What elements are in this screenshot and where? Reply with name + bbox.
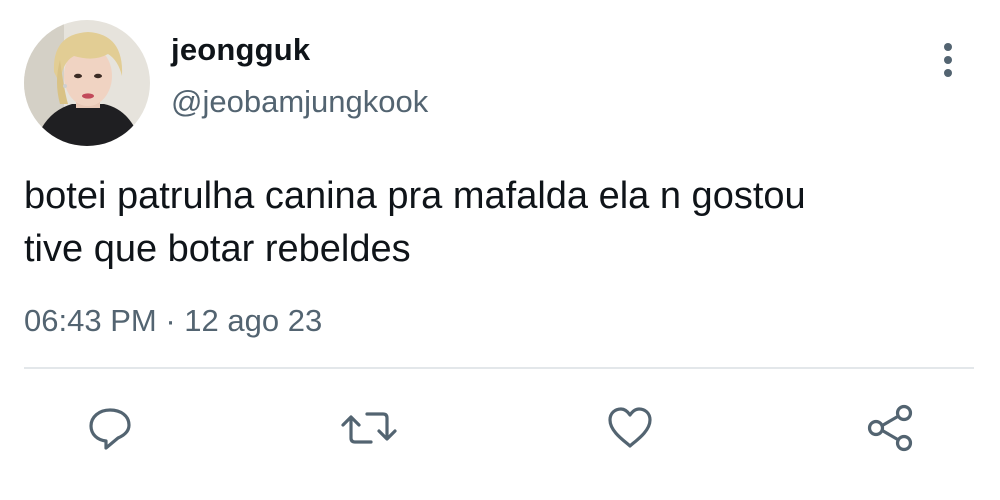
share-icon xyxy=(867,404,913,452)
reply-button[interactable] xyxy=(82,400,138,456)
more-options-button[interactable] xyxy=(928,38,968,82)
tweet-time[interactable]: 06:43 PM xyxy=(24,303,157,338)
share-button[interactable] xyxy=(862,400,918,456)
reply-icon xyxy=(89,408,131,450)
meta-separator: · xyxy=(165,303,176,338)
divider xyxy=(24,367,974,369)
tweet-date[interactable]: 12 ago 23 xyxy=(184,303,322,338)
avatar[interactable] xyxy=(24,20,150,146)
tweet-text-line: tive que botar rebeldes xyxy=(24,228,411,270)
more-vertical-icon xyxy=(944,43,952,77)
like-button[interactable] xyxy=(602,400,658,456)
tweet-text-line: botei patrulha canina pra mafalda ela n … xyxy=(24,175,806,217)
retweet-icon xyxy=(341,412,397,444)
tweet-meta: 06:43 PM · 12 ago 23 xyxy=(24,303,322,339)
heart-icon xyxy=(608,407,652,448)
user-handle[interactable]: @jeobamjungkook xyxy=(171,84,428,120)
tweet-card: jeongguk @jeobamjungkook botei patrulha … xyxy=(0,0,1000,500)
tweet-text: botei patrulha canina pra mafalda ela n … xyxy=(24,170,974,276)
retweet-button[interactable] xyxy=(341,400,397,456)
display-name[interactable]: jeongguk xyxy=(171,32,310,68)
